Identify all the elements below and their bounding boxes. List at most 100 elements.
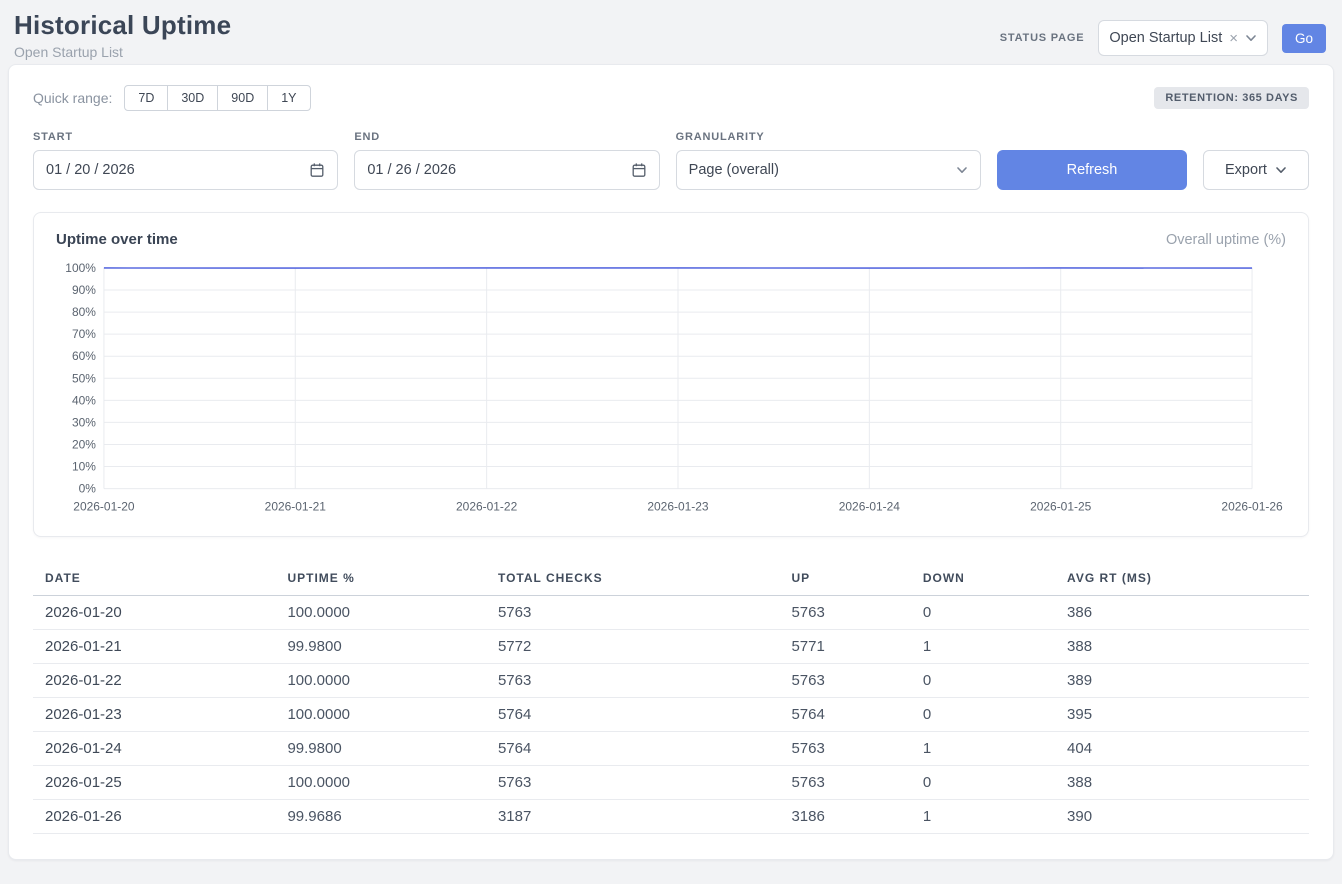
table-cell: 3187: [486, 799, 779, 833]
table-cell: 2026-01-22: [33, 663, 275, 697]
svg-text:90%: 90%: [72, 283, 96, 297]
table-cell: 2026-01-20: [33, 595, 275, 629]
quick-range-7d[interactable]: 7D: [124, 85, 168, 111]
table-cell: 2026-01-25: [33, 765, 275, 799]
status-page-select[interactable]: Open Startup List ×: [1098, 20, 1268, 56]
status-page-selected-value: Open Startup List: [1109, 30, 1222, 46]
svg-text:2026-01-22: 2026-01-22: [456, 500, 518, 514]
column-header: UPTIME %: [275, 561, 486, 596]
quick-range-group: 7D30D90D1Y: [124, 85, 310, 111]
start-date-field: START 01 / 20 / 2026: [33, 131, 338, 190]
svg-text:30%: 30%: [72, 415, 96, 429]
page-header: Historical Uptime Open Startup List STAT…: [0, 0, 1342, 64]
end-date-input[interactable]: 01 / 26 / 2026: [354, 150, 659, 190]
table-cell: 389: [1055, 663, 1309, 697]
table-cell: 5764: [486, 731, 779, 765]
column-header: DATE: [33, 561, 275, 596]
svg-text:2026-01-24: 2026-01-24: [839, 500, 901, 514]
chart-title: Uptime over time: [56, 231, 178, 248]
end-date-value: 01 / 26 / 2026: [367, 162, 456, 178]
end-date-label: END: [354, 131, 659, 143]
table-cell: 100.0000: [275, 697, 486, 731]
table-cell: 0: [911, 697, 1055, 731]
table-cell: 5763: [779, 765, 910, 799]
uptime-table-head-row: DATEUPTIME %TOTAL CHECKSUPDOWNAVG RT (MS…: [33, 561, 1309, 596]
granularity-label: GRANULARITY: [676, 131, 981, 143]
page-subtitle: Open Startup List: [14, 44, 231, 60]
svg-text:2026-01-25: 2026-01-25: [1030, 500, 1092, 514]
table-row: 2026-01-23100.0000576457640395: [33, 697, 1309, 731]
quick-range-row: Quick range: 7D30D90D1Y RETENTION: 365 D…: [33, 85, 1309, 111]
table-cell: 5763: [486, 595, 779, 629]
calendar-icon[interactable]: [309, 162, 325, 178]
start-date-value: 01 / 20 / 2026: [46, 162, 135, 178]
table-row: 2026-01-25100.0000576357630388: [33, 765, 1309, 799]
page: Historical Uptime Open Startup List STAT…: [0, 0, 1342, 884]
quick-range-30d[interactable]: 30D: [167, 85, 218, 111]
svg-text:70%: 70%: [72, 327, 96, 341]
refresh-button[interactable]: Refresh: [997, 150, 1187, 190]
table-cell: 5764: [779, 697, 910, 731]
chevron-down-icon: [956, 164, 968, 176]
svg-text:2026-01-23: 2026-01-23: [647, 500, 709, 514]
table-cell: 0: [911, 765, 1055, 799]
calendar-icon[interactable]: [631, 162, 647, 178]
table-cell: 1: [911, 731, 1055, 765]
table-cell: 5763: [486, 663, 779, 697]
quick-range-label: Quick range:: [33, 90, 112, 106]
title-block: Historical Uptime Open Startup List: [14, 10, 231, 60]
svg-text:10%: 10%: [72, 460, 96, 474]
clear-selection-icon[interactable]: ×: [1229, 31, 1238, 46]
table-cell: 1: [911, 799, 1055, 833]
svg-text:2026-01-21: 2026-01-21: [265, 500, 327, 514]
svg-text:100%: 100%: [65, 261, 96, 275]
table-cell: 1: [911, 629, 1055, 663]
uptime-chart: 0%10%20%30%40%50%60%70%80%90%100%2026-01…: [56, 258, 1286, 526]
table-cell: 2026-01-24: [33, 731, 275, 765]
table-cell: 100.0000: [275, 595, 486, 629]
go-button[interactable]: Go: [1282, 24, 1326, 53]
end-date-field: END 01 / 26 / 2026: [354, 131, 659, 190]
svg-text:0%: 0%: [79, 482, 97, 496]
table-row: 2026-01-22100.0000576357630389: [33, 663, 1309, 697]
start-date-label: START: [33, 131, 338, 143]
table-cell: 404: [1055, 731, 1309, 765]
table-row: 2026-01-2699.9686318731861390: [33, 799, 1309, 833]
svg-text:40%: 40%: [72, 393, 96, 407]
svg-text:60%: 60%: [72, 349, 96, 363]
table-cell: 99.9800: [275, 629, 486, 663]
granularity-select[interactable]: Page (overall): [676, 150, 981, 190]
table-cell: 99.9800: [275, 731, 486, 765]
table-cell: 2026-01-23: [33, 697, 275, 731]
table-row: 2026-01-2499.9800576457631404: [33, 731, 1309, 765]
table-cell: 2026-01-26: [33, 799, 275, 833]
table-cell: 388: [1055, 629, 1309, 663]
quick-range-90d[interactable]: 90D: [217, 85, 268, 111]
export-button-label: Export: [1225, 162, 1267, 178]
uptime-chart-card: Uptime over time Overall uptime (%) 0%10…: [33, 212, 1309, 537]
svg-text:2026-01-20: 2026-01-20: [73, 500, 135, 514]
chevron-down-icon: [1245, 32, 1257, 44]
table-cell: 3186: [779, 799, 910, 833]
table-cell: 386: [1055, 595, 1309, 629]
main-panel: Quick range: 7D30D90D1Y RETENTION: 365 D…: [8, 64, 1334, 860]
uptime-table-body: 2026-01-20100.00005763576303862026-01-21…: [33, 595, 1309, 833]
column-header: TOTAL CHECKS: [486, 561, 779, 596]
table-cell: 390: [1055, 799, 1309, 833]
retention-badge: RETENTION: 365 DAYS: [1154, 87, 1309, 109]
export-button[interactable]: Export: [1203, 150, 1309, 190]
svg-text:20%: 20%: [72, 437, 96, 451]
table-row: 2026-01-2199.9800577257711388: [33, 629, 1309, 663]
column-header: UP: [779, 561, 910, 596]
table-row: 2026-01-20100.0000576357630386: [33, 595, 1309, 629]
table-cell: 100.0000: [275, 663, 486, 697]
table-cell: 395: [1055, 697, 1309, 731]
table-cell: 5763: [486, 765, 779, 799]
svg-text:50%: 50%: [72, 371, 96, 385]
quick-range-1y[interactable]: 1Y: [267, 85, 310, 111]
table-cell: 5764: [486, 697, 779, 731]
status-page-label: STATUS PAGE: [1000, 32, 1085, 44]
start-date-input[interactable]: 01 / 20 / 2026: [33, 150, 338, 190]
table-cell: 5763: [779, 663, 910, 697]
table-cell: 99.9686: [275, 799, 486, 833]
